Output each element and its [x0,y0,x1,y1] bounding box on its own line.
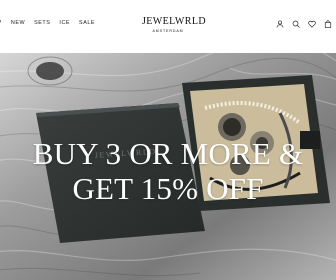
hero-image: JEWELWRLD [0,53,336,280]
search-icon[interactable] [292,20,300,28]
nav-item-ice[interactable]: ICE [59,20,70,26]
site-header: OP NEW SETS ICE SALE JEWELWRLD AMSTERDAM [0,0,336,53]
nav-item-sets[interactable]: SETS [34,20,50,26]
brand-logo[interactable]: JEWELWRLD AMSTERDAM [142,16,206,33]
nav-item-sale[interactable]: SALE [79,20,95,26]
header-actions [276,20,332,28]
heart-icon[interactable] [308,20,316,28]
bag-icon[interactable] [324,20,332,28]
user-icon[interactable] [276,20,284,28]
brand-logo-text: JEWELWRLD [142,16,206,27]
nav-item-shop[interactable]: OP [0,20,2,26]
brand-logo-subtitle: AMSTERDAM [152,29,184,33]
nav-item-new[interactable]: NEW [11,20,25,26]
main-nav: OP NEW SETS ICE SALE [0,20,95,26]
hero-banner[interactable]: JEWELWRLD BUY 3 OR MORE & GET 15% OFF [0,53,336,280]
